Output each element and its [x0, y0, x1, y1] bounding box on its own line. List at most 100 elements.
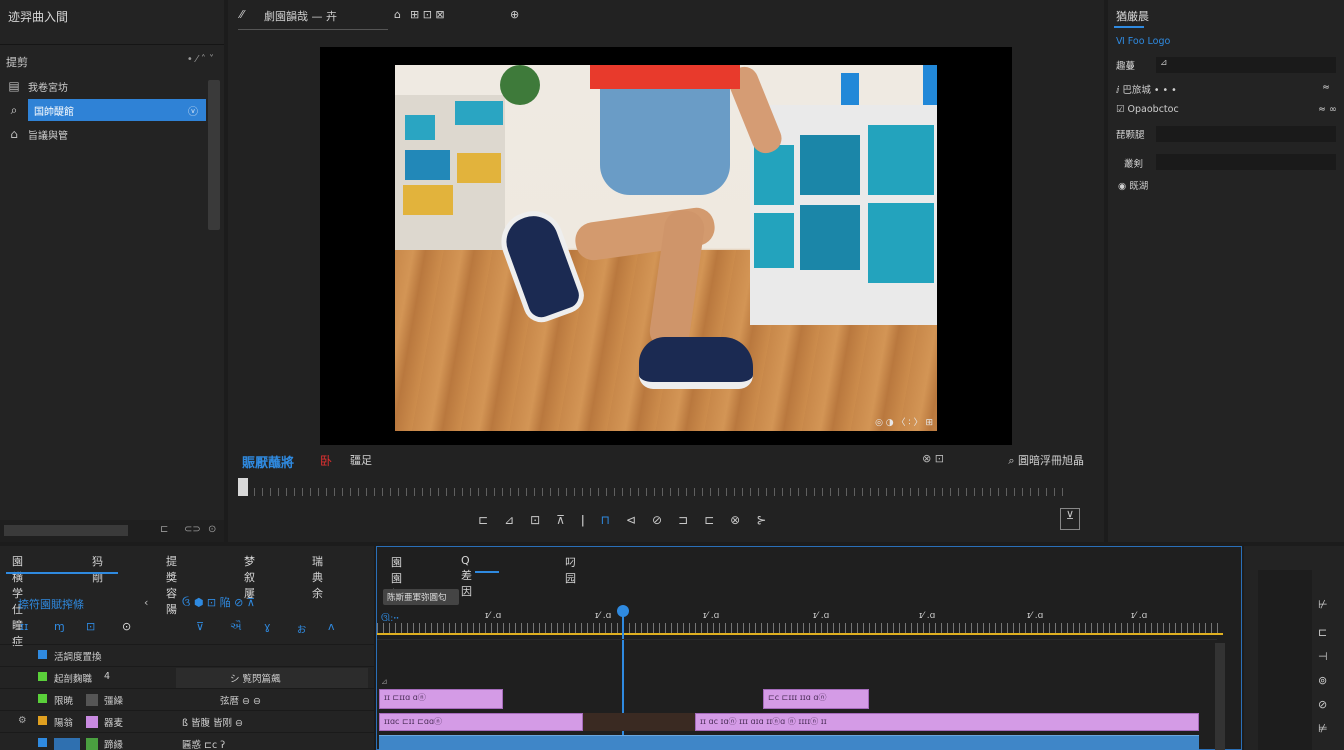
tab-extra[interactable]: 叼园: [565, 554, 576, 586]
tool-razor-icon[interactable]: ⊽: [196, 620, 204, 633]
icon-view-icon[interactable]: ⊂⊃: [184, 524, 201, 535]
tool-selection-icon[interactable]: ɪɪ: [20, 620, 28, 633]
list-view-icon[interactable]: ⊏: [160, 524, 168, 535]
track-number: 4: [104, 671, 111, 682]
tab-search[interactable]: Q 差因: [461, 554, 472, 599]
tool-track-select-icon[interactable]: ɱ: [54, 620, 65, 633]
extract-button[interactable]: ⊏: [704, 513, 714, 527]
export-frame-button[interactable]: ⊗: [730, 513, 740, 527]
bin-item[interactable]: ▤ 我卷宮坊: [0, 75, 206, 97]
monitor-scrubber[interactable]: [238, 478, 1064, 498]
settings-wrench-icon[interactable]: ⊱: [756, 513, 766, 527]
mark-in-button[interactable]: ⊏: [478, 513, 488, 527]
audio-clip[interactable]: ɪɪɑⅽ ⊏ɪɪ ⊏ɑɑⓝ: [379, 713, 583, 731]
tool-ripple-icon[interactable]: ⊡: [86, 620, 95, 633]
track-controls[interactable]: 弦暦 ⊖ ⊖: [220, 693, 261, 707]
track-header[interactable]: 蹄縁 匾惑 ⊏ⅽ ʔ: [0, 732, 374, 750]
keyframe-icon[interactable]: ≈ ∞: [1318, 104, 1337, 115]
track-sync-icon[interactable]: [86, 738, 98, 750]
zoom-slider[interactable]: [4, 525, 128, 536]
keyframe-icon[interactable]: ≈: [1322, 82, 1330, 93]
panel-subheader: 提剪 • ⁄ ˄ ˅: [0, 44, 224, 74]
mark-out-button[interactable]: ⊿: [504, 513, 514, 527]
video-clip[interactable]: [379, 735, 1199, 750]
bin-item[interactable]: ⌂ 旨議與管: [0, 123, 206, 145]
panel-menu-icon[interactable]: • ⁄ ˄ ˅: [187, 54, 214, 65]
timeline-scrollbar[interactable]: [1215, 643, 1225, 750]
tab-markers[interactable]: 提獎容陽: [166, 553, 177, 617]
project-panel: 迹羿曲入間 提剪 • ⁄ ˄ ˅ ▤ 我卷宮坊 ⌕ 国帥醍館 ⓥ ⌂ 旨議與管 …: [0, 0, 224, 542]
time-remap-toggle[interactable]: ◉ 既湖: [1118, 178, 1148, 192]
track-target-icon[interactable]: [86, 694, 98, 706]
tab-info[interactable]: 瑞典余: [312, 553, 323, 601]
tool-icon[interactable]: ⊬: [1318, 598, 1328, 611]
property-input[interactable]: [1156, 154, 1336, 170]
playhead-timecode[interactable]: 賑厭蘸將: [242, 452, 294, 471]
lift-button[interactable]: ⊐: [678, 513, 688, 527]
monitor-playhead[interactable]: [238, 478, 248, 496]
camera-icon[interactable]: ⊙: [122, 620, 131, 633]
video-stage[interactable]: ◎ ◑ 〈 ∶ 〉 ⊞: [320, 47, 1012, 445]
track-name: 起剖麴職: [54, 674, 93, 685]
track-controls[interactable]: 匾惑 ⊏ⅽ ʔ: [182, 737, 225, 750]
opacity-checkbox[interactable]: ☑ Opaobctoc: [1116, 104, 1179, 115]
track-controls[interactable]: ß 皆腹 皆刚 ⊖: [182, 715, 243, 729]
track-controls[interactable]: シ 覧閃篇飆: [176, 668, 368, 688]
settings-icon[interactable]: ⌂: [394, 8, 401, 21]
vertical-scrollbar[interactable]: [208, 80, 220, 230]
time-ruler[interactable]: ઊ:ꞏꞏ ɪ⁄ .ɑ ɪ⁄ .ɑ ɪ⁄ .ɑ ɪ⁄ .ɑ ɪ⁄ .ɑ ɪ⁄ .ɑ…: [377, 607, 1227, 637]
bin-item-selected[interactable]: 国帥醍館 ⓥ: [28, 99, 206, 121]
track-label: 器麦: [104, 718, 124, 729]
export-button[interactable]: ⊻: [1060, 508, 1080, 530]
freeform-view-icon[interactable]: ⊙: [208, 524, 216, 535]
step-forward-button[interactable]: ⊲: [626, 513, 636, 527]
monitor-status-bar: 賑厭蘸將 卧 疆足 ⊗ ⊡ ⌕ 圓暗浮冊旭晶: [228, 446, 1104, 474]
tool-pen-icon[interactable]: ɣ: [264, 620, 271, 633]
tab-program[interactable]: 劇園韻哉 — 卉: [264, 8, 337, 24]
track-header[interactable]: 限暁 彊繰 弦暦 ⊖ ⊖: [0, 688, 374, 710]
wrench-icon[interactable]: ⊗ ⊡: [922, 452, 944, 465]
play-button[interactable]: ⊓: [601, 513, 610, 527]
tool-icon[interactable]: ⊘: [1318, 698, 1327, 711]
track-header[interactable]: 起剖麴職 4 シ 覧閃篇飆: [0, 666, 374, 688]
track-header[interactable]: ⚙ 陽翁 器麦 ß 皆腹 皆刚 ⊖: [0, 710, 374, 732]
sequence-timecode[interactable]: 捺符園賦搾條: [18, 596, 84, 612]
chevron-left-icon[interactable]: ‹: [144, 596, 148, 609]
track-target-icon[interactable]: [54, 738, 80, 750]
go-to-in-button[interactable]: ⊡: [530, 513, 540, 527]
audio-clip[interactable]: ⊏ⅽ ⊏ɪɪɪ ɪɪɑ ɑⓝ: [763, 689, 869, 709]
step-back-button[interactable]: ⊼: [556, 513, 565, 527]
track-target-icon[interactable]: [86, 716, 98, 728]
track-header[interactable]: 活調度置換: [0, 644, 374, 666]
overlay-icon[interactable]: ⊕: [510, 8, 519, 21]
timeline-headers: 園横学仕瞳症 犸 剛 提獎容陽 梦叙屢 瑞典余 捺符園賦搾條 ‹ ઉ ⬢ ⊡ 陥…: [0, 546, 374, 750]
property-label: 趣蔓: [1116, 61, 1136, 72]
property-input[interactable]: ⊿: [1156, 57, 1336, 73]
resolution-dropdown[interactable]: ⌕ 圓暗浮冊旭晶: [1008, 452, 1084, 468]
tool-icon[interactable]: ⊭: [1318, 722, 1328, 735]
tab-secondary[interactable]: 犸 剛: [92, 553, 103, 585]
audio-clip[interactable]: ɪɪ ⊏ɪɪɑ ɑⓝ: [379, 689, 503, 709]
audio-clip[interactable]: ɪɪ ɑⅽ ɪɑⓝ ɪɪɪ ɑɪɑ ɪɪⓝɑ ⓝ ɪɪɪɪⓝ ɪɪ: [695, 713, 1199, 731]
lock-icon[interactable]: ⚙: [18, 715, 27, 726]
track-label: 彊繰: [104, 696, 124, 707]
search-icon[interactable]: ⌕: [0, 99, 28, 121]
tool-type-icon[interactable]: ʌ: [328, 620, 335, 633]
tool-slip-icon[interactable]: ઐ: [230, 620, 242, 634]
bin-item-label: 旨議與管: [28, 130, 68, 142]
view-mode-icons[interactable]: ⊞ ⊡ ⊠: [410, 8, 445, 21]
track-color-swatch: [38, 650, 47, 659]
tool-icon[interactable]: ⊏: [1318, 626, 1327, 639]
tool-hand-icon[interactable]: ぉ: [296, 620, 307, 636]
track-name: 陽翁: [54, 718, 74, 729]
sequence-tooltip: 陈斯亜軍弥圓匂: [383, 589, 459, 605]
fit-dropdown[interactable]: 疆足: [350, 452, 372, 468]
monitor-icon[interactable]: ⁄⁄: [240, 8, 244, 21]
tool-icon[interactable]: ⊣: [1318, 650, 1328, 663]
property-input[interactable]: [1156, 126, 1336, 142]
go-to-out-button[interactable]: ⊘: [652, 513, 662, 527]
property-label: ⅈ 巴旅城 • • •: [1116, 85, 1177, 96]
tool-icon[interactable]: ⊚: [1318, 674, 1327, 687]
effect-controls-panel: 猶厳晨 Ⅵ Foo Logo 趣蔓 ⊿ ⅈ 巴旅城 • • • ≈ ☑ Opao…: [1108, 0, 1344, 542]
snap-tools[interactable]: ઉ ⬢ ⊡ 陥 ⊘ ⊼: [182, 594, 255, 610]
